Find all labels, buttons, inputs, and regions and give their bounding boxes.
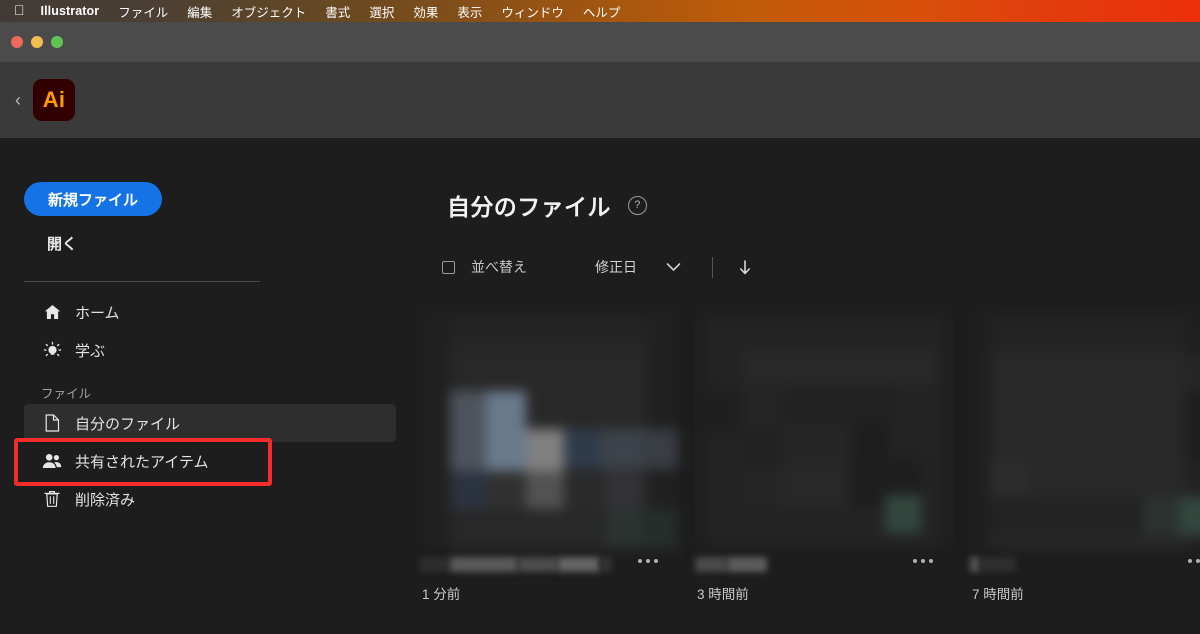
new-file-button[interactable]: 新規ファイル xyxy=(24,182,162,216)
menu-item-select[interactable]: 選択 xyxy=(369,2,394,21)
menu-item-file[interactable]: ファイル xyxy=(118,2,168,21)
more-options-icon[interactable] xyxy=(913,559,933,563)
file-thumbnail[interactable] xyxy=(970,309,1200,549)
file-meta: 1 分前 xyxy=(420,557,678,602)
file-thumbnail[interactable] xyxy=(420,309,678,549)
sidebar-item-shared-with-you[interactable]: 共有されたアイテム xyxy=(24,442,396,480)
app-header: ‹ Ai xyxy=(0,62,1200,138)
menu-item-window[interactable]: ウィンドウ xyxy=(501,2,564,21)
home-icon xyxy=(41,302,63,322)
chevron-down-icon[interactable] xyxy=(666,262,681,272)
file-name-placeholder xyxy=(970,557,1200,573)
lightbulb-icon xyxy=(41,340,63,360)
toolbar-divider xyxy=(712,256,713,278)
page-title: 自分のファイル xyxy=(447,194,611,220)
page-header: 自分のファイル ? xyxy=(447,188,647,222)
sidebar-item-home[interactable]: ホーム xyxy=(24,293,396,331)
file-timestamp: 3 時間前 xyxy=(697,587,749,602)
sidebar-item-your-files[interactable]: 自分のファイル xyxy=(24,404,396,442)
menu-item-object[interactable]: オブジェクト xyxy=(231,2,306,21)
file-card[interactable]: 3 時間前 xyxy=(695,309,953,602)
sort-by-label[interactable]: 並べ替え xyxy=(471,257,527,277)
select-all-checkbox[interactable] xyxy=(442,260,455,274)
file-card[interactable]: 1 分前 xyxy=(420,309,678,602)
file-grid: 1 分前 3 時間前 7 時間前 xyxy=(420,309,1200,634)
back-chevron-icon[interactable]: ‹ xyxy=(8,91,28,109)
menu-item-type[interactable]: 書式 xyxy=(325,2,350,21)
sidebar-item-deleted[interactable]: 削除済み xyxy=(24,480,396,518)
menu-item-effect[interactable]: 効果 xyxy=(413,2,438,21)
illustrator-logo[interactable]: Ai xyxy=(33,79,75,121)
sidebar-group-label: ファイル xyxy=(41,387,92,401)
sidebar: 新規ファイル 開く ホーム 学ぶ ファイル 自分のファイル 共有されたアイテム … xyxy=(0,138,420,634)
arrow-down-icon[interactable] xyxy=(739,259,751,275)
sidebar-item-label: 学ぶ xyxy=(75,342,106,360)
menu-item-help[interactable]: ヘルプ xyxy=(583,2,621,21)
close-button[interactable] xyxy=(11,36,23,48)
trash-icon xyxy=(41,489,63,509)
maximize-button[interactable] xyxy=(51,36,63,48)
file-timestamp: 1 分前 xyxy=(422,587,461,602)
more-options-icon[interactable] xyxy=(1188,559,1200,563)
files-toolbar: 並べ替え 修正日 xyxy=(442,256,751,278)
apple-logo-icon[interactable]:  xyxy=(14,3,25,17)
sidebar-divider xyxy=(24,281,260,282)
sidebar-item-label: ホーム xyxy=(75,304,120,322)
file-meta: 7 時間前 xyxy=(970,557,1200,602)
menu-item-edit[interactable]: 編集 xyxy=(187,2,212,21)
main-content: 自分のファイル ? 並べ替え 修正日 1 分前 3 時間前 7 時間前 xyxy=(420,138,1200,634)
sidebar-item-label: 削除済み xyxy=(75,491,136,509)
file-meta: 3 時間前 xyxy=(695,557,953,602)
document-icon xyxy=(41,413,63,433)
people-icon xyxy=(41,451,63,471)
sort-value-dropdown[interactable]: 修正日 xyxy=(595,257,637,277)
sidebar-item-learn[interactable]: 学ぶ xyxy=(24,331,396,369)
more-options-icon[interactable] xyxy=(638,559,658,563)
minimize-button[interactable] xyxy=(31,36,43,48)
file-timestamp: 7 時間前 xyxy=(972,587,1024,602)
illustrator-home-screen:  Illustrator ファイル 編集 オブジェクト 書式 選択 効果 表示… xyxy=(0,0,1200,634)
open-file-button[interactable]: 開く xyxy=(47,233,77,254)
sidebar-item-label: 共有されたアイテム xyxy=(75,453,209,471)
sidebar-nav: ホーム 学ぶ ファイル 自分のファイル 共有されたアイテム 削除済み xyxy=(0,293,420,518)
sidebar-item-label: 自分のファイル xyxy=(75,415,181,433)
workspace: 新規ファイル 開く ホーム 学ぶ ファイル 自分のファイル 共有されたアイテム … xyxy=(0,138,1200,634)
window-title-bar xyxy=(0,22,1200,62)
menu-item-illustrator[interactable]: Illustrator xyxy=(41,4,100,18)
menu-item-view[interactable]: 表示 xyxy=(457,2,482,21)
file-card[interactable]: 7 時間前 xyxy=(970,309,1200,602)
help-icon[interactable]: ? xyxy=(627,195,647,215)
file-thumbnail[interactable] xyxy=(695,309,953,549)
macos-menu-bar:  Illustrator ファイル 編集 オブジェクト 書式 選択 効果 表示… xyxy=(0,0,1200,22)
